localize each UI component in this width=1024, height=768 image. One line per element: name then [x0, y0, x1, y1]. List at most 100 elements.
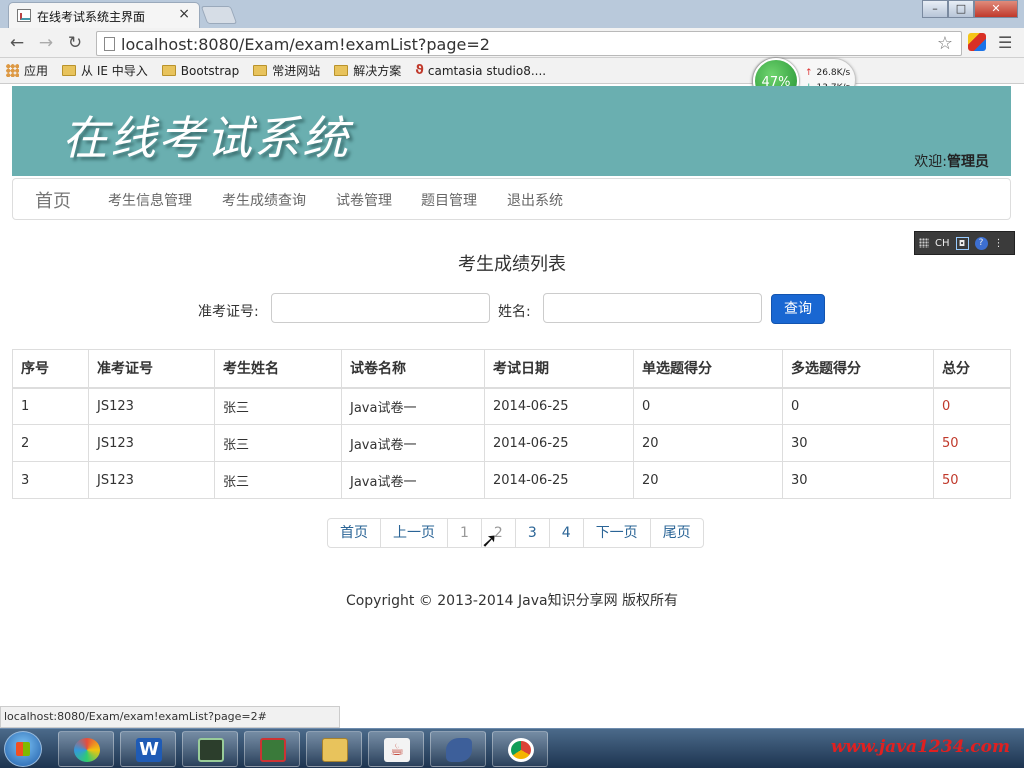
nav-home-link[interactable]: 首页 — [35, 187, 71, 213]
cell-total-score: 50 — [933, 424, 1011, 462]
ime-lang[interactable]: CH — [935, 238, 950, 249]
bookmark-label: 常进网站 — [272, 64, 321, 78]
browser-tab[interactable]: 在线考试系统主界面 × — [8, 2, 200, 28]
bookmark-star-icon[interactable]: ☆ — [937, 33, 953, 54]
page-link-1[interactable]: 1 — [447, 519, 481, 547]
cell-index: 3 — [12, 461, 89, 499]
page-favicon-icon — [17, 9, 31, 22]
taskbar-app-mysql[interactable] — [430, 731, 486, 767]
page-prev-link[interactable]: 上一页 — [380, 519, 447, 547]
taskbar-app-word[interactable]: W — [120, 731, 176, 767]
nav-student-info[interactable]: 考生信息管理 — [108, 190, 192, 210]
name-label: 姓名: — [498, 304, 531, 320]
drag-handle-icon[interactable] — [919, 238, 929, 248]
cell-index: 2 — [12, 424, 89, 462]
table-row: 3 JS123 张三 Java试卷一 2014-06-25 20 30 50 — [12, 461, 1011, 499]
page-link-4[interactable]: 4 — [548, 519, 583, 547]
address-bar[interactable]: localhost:8080/Exam/exam!examList?page=2… — [96, 31, 962, 56]
extension-icon[interactable] — [968, 33, 986, 51]
cell-exam-date: 2014-06-25 — [484, 387, 634, 425]
taskbar-app-chrome[interactable] — [492, 731, 548, 767]
nav-logout[interactable]: 退出系统 — [507, 190, 563, 210]
page-title: 考生成绩列表 — [458, 254, 566, 275]
folder-app-icon — [322, 738, 348, 762]
page-first-link[interactable]: 首页 — [328, 519, 380, 547]
cell-student-name: 张三 — [214, 387, 342, 425]
bookmark-bootstrap[interactable]: Bootstrap — [161, 64, 239, 78]
current-user: 管理员 — [947, 154, 989, 170]
name-input[interactable] — [543, 293, 762, 323]
bookmark-solutions[interactable]: 解决方案 — [334, 62, 401, 79]
bookmark-common-sites[interactable]: 常进网站 — [253, 62, 320, 79]
browser-titlebar: 在线考试系统主界面 × – □ ✕ — [0, 0, 1024, 28]
tab-title: 在线考试系统主界面 — [37, 10, 146, 24]
footer-copyright: Copyright © 2013-2014 Java知识分享网 版权所有 — [345, 593, 679, 609]
taskbar-app-editor[interactable] — [244, 731, 300, 767]
tab-close-icon[interactable]: × — [178, 6, 190, 22]
nav-score-query[interactable]: 考生成绩查询 — [222, 190, 306, 210]
col-header: 多选题得分 — [782, 349, 934, 389]
pagination: 首页 上一页 1 2 3 4 下一页 尾页 — [327, 518, 704, 548]
chrome-app-icon — [508, 738, 534, 762]
page-icon — [104, 37, 115, 51]
exam-no-input[interactable] — [271, 293, 490, 323]
browser-toolbar: ← → ↻ localhost:8080/Exam/exam!examList?… — [0, 28, 1024, 58]
terminal-app-icon — [198, 738, 224, 762]
cell-single-score: 20 — [633, 461, 783, 499]
dolphin-app-icon — [446, 738, 472, 762]
url-text[interactable]: localhost:8080/Exam/exam!examList?page=2 — [121, 35, 490, 54]
page-next-link[interactable]: 下一页 — [582, 519, 650, 547]
bookmark-camtasia[interactable]: ϑ camtasia studio8.... — [415, 63, 546, 78]
cell-single-score: 0 — [633, 387, 783, 425]
page-last-link[interactable]: 尾页 — [649, 519, 703, 547]
bookmark-label: 从 IE 中导入 — [81, 64, 148, 78]
windows-taskbar: W ☕ www.java1234.com — [0, 728, 1024, 768]
search-button[interactable]: 查询 — [771, 294, 825, 324]
reload-icon[interactable]: ↻ — [64, 32, 86, 54]
table-header-row: 序号 准考证号 考生姓名 试卷名称 考试日期 单选题得分 多选题得分 总分 — [12, 349, 1011, 389]
cell-multi-score: 30 — [782, 461, 934, 499]
page-link-3[interactable]: 3 — [514, 519, 549, 547]
mouse-cursor-icon: ➚ — [481, 528, 498, 552]
chrome-menu-icon[interactable]: ☰ — [998, 33, 1012, 52]
ime-mode-icon[interactable]: ◘ — [955, 236, 969, 250]
col-header: 序号 — [12, 349, 89, 389]
bookmark-apps[interactable]: 应用 — [6, 62, 48, 79]
back-arrow-icon[interactable]: ← — [6, 32, 28, 54]
site-banner: 在线考试系统 欢迎:管理员 — [12, 86, 1011, 176]
folder-icon — [253, 65, 268, 76]
bookmark-label: 应用 — [24, 64, 49, 78]
help-icon[interactable]: ? — [974, 236, 988, 250]
close-window-icon[interactable]: ✕ — [974, 0, 1018, 18]
bookmark-import-ie[interactable]: 从 IE 中导入 — [62, 62, 148, 79]
col-header: 总分 — [933, 349, 1011, 389]
cell-multi-score: 0 — [782, 387, 934, 425]
java-app-icon: ☕ — [384, 738, 410, 762]
forward-arrow-icon[interactable]: → — [35, 32, 57, 54]
taskbar-app-explorer[interactable] — [306, 731, 362, 767]
cell-student-name: 张三 — [214, 461, 342, 499]
cell-total-score: 0 — [933, 387, 1011, 425]
start-button-icon[interactable] — [4, 731, 42, 767]
nav-question-manage[interactable]: 题目管理 — [421, 190, 477, 210]
cell-total-score: 50 — [933, 461, 1011, 499]
cell-index: 1 — [12, 387, 89, 425]
ime-options-icon[interactable]: ⋮ — [994, 238, 1004, 249]
col-header: 考试日期 — [484, 349, 634, 389]
site-title: 在线考试系统 — [62, 111, 350, 165]
folder-icon — [62, 65, 77, 76]
minimize-icon[interactable]: – — [922, 0, 948, 18]
maximize-icon[interactable]: □ — [948, 0, 974, 18]
cell-paper-name: Java试卷一 — [341, 461, 485, 499]
nav-paper-manage[interactable]: 试卷管理 — [336, 190, 392, 210]
cell-multi-score: 30 — [782, 424, 934, 462]
taskbar-app-java[interactable]: ☕ — [368, 731, 424, 767]
taskbar-app-terminal[interactable] — [182, 731, 238, 767]
editor-app-icon — [260, 738, 286, 762]
cell-exam-no: JS123 — [88, 424, 215, 462]
exam-no-label: 准考证号: — [198, 304, 259, 320]
taskbar-app-photo[interactable] — [58, 731, 114, 767]
welcome-label: 欢迎: — [914, 154, 947, 170]
new-tab-button[interactable] — [200, 6, 238, 24]
apps-grid-icon — [6, 64, 19, 77]
